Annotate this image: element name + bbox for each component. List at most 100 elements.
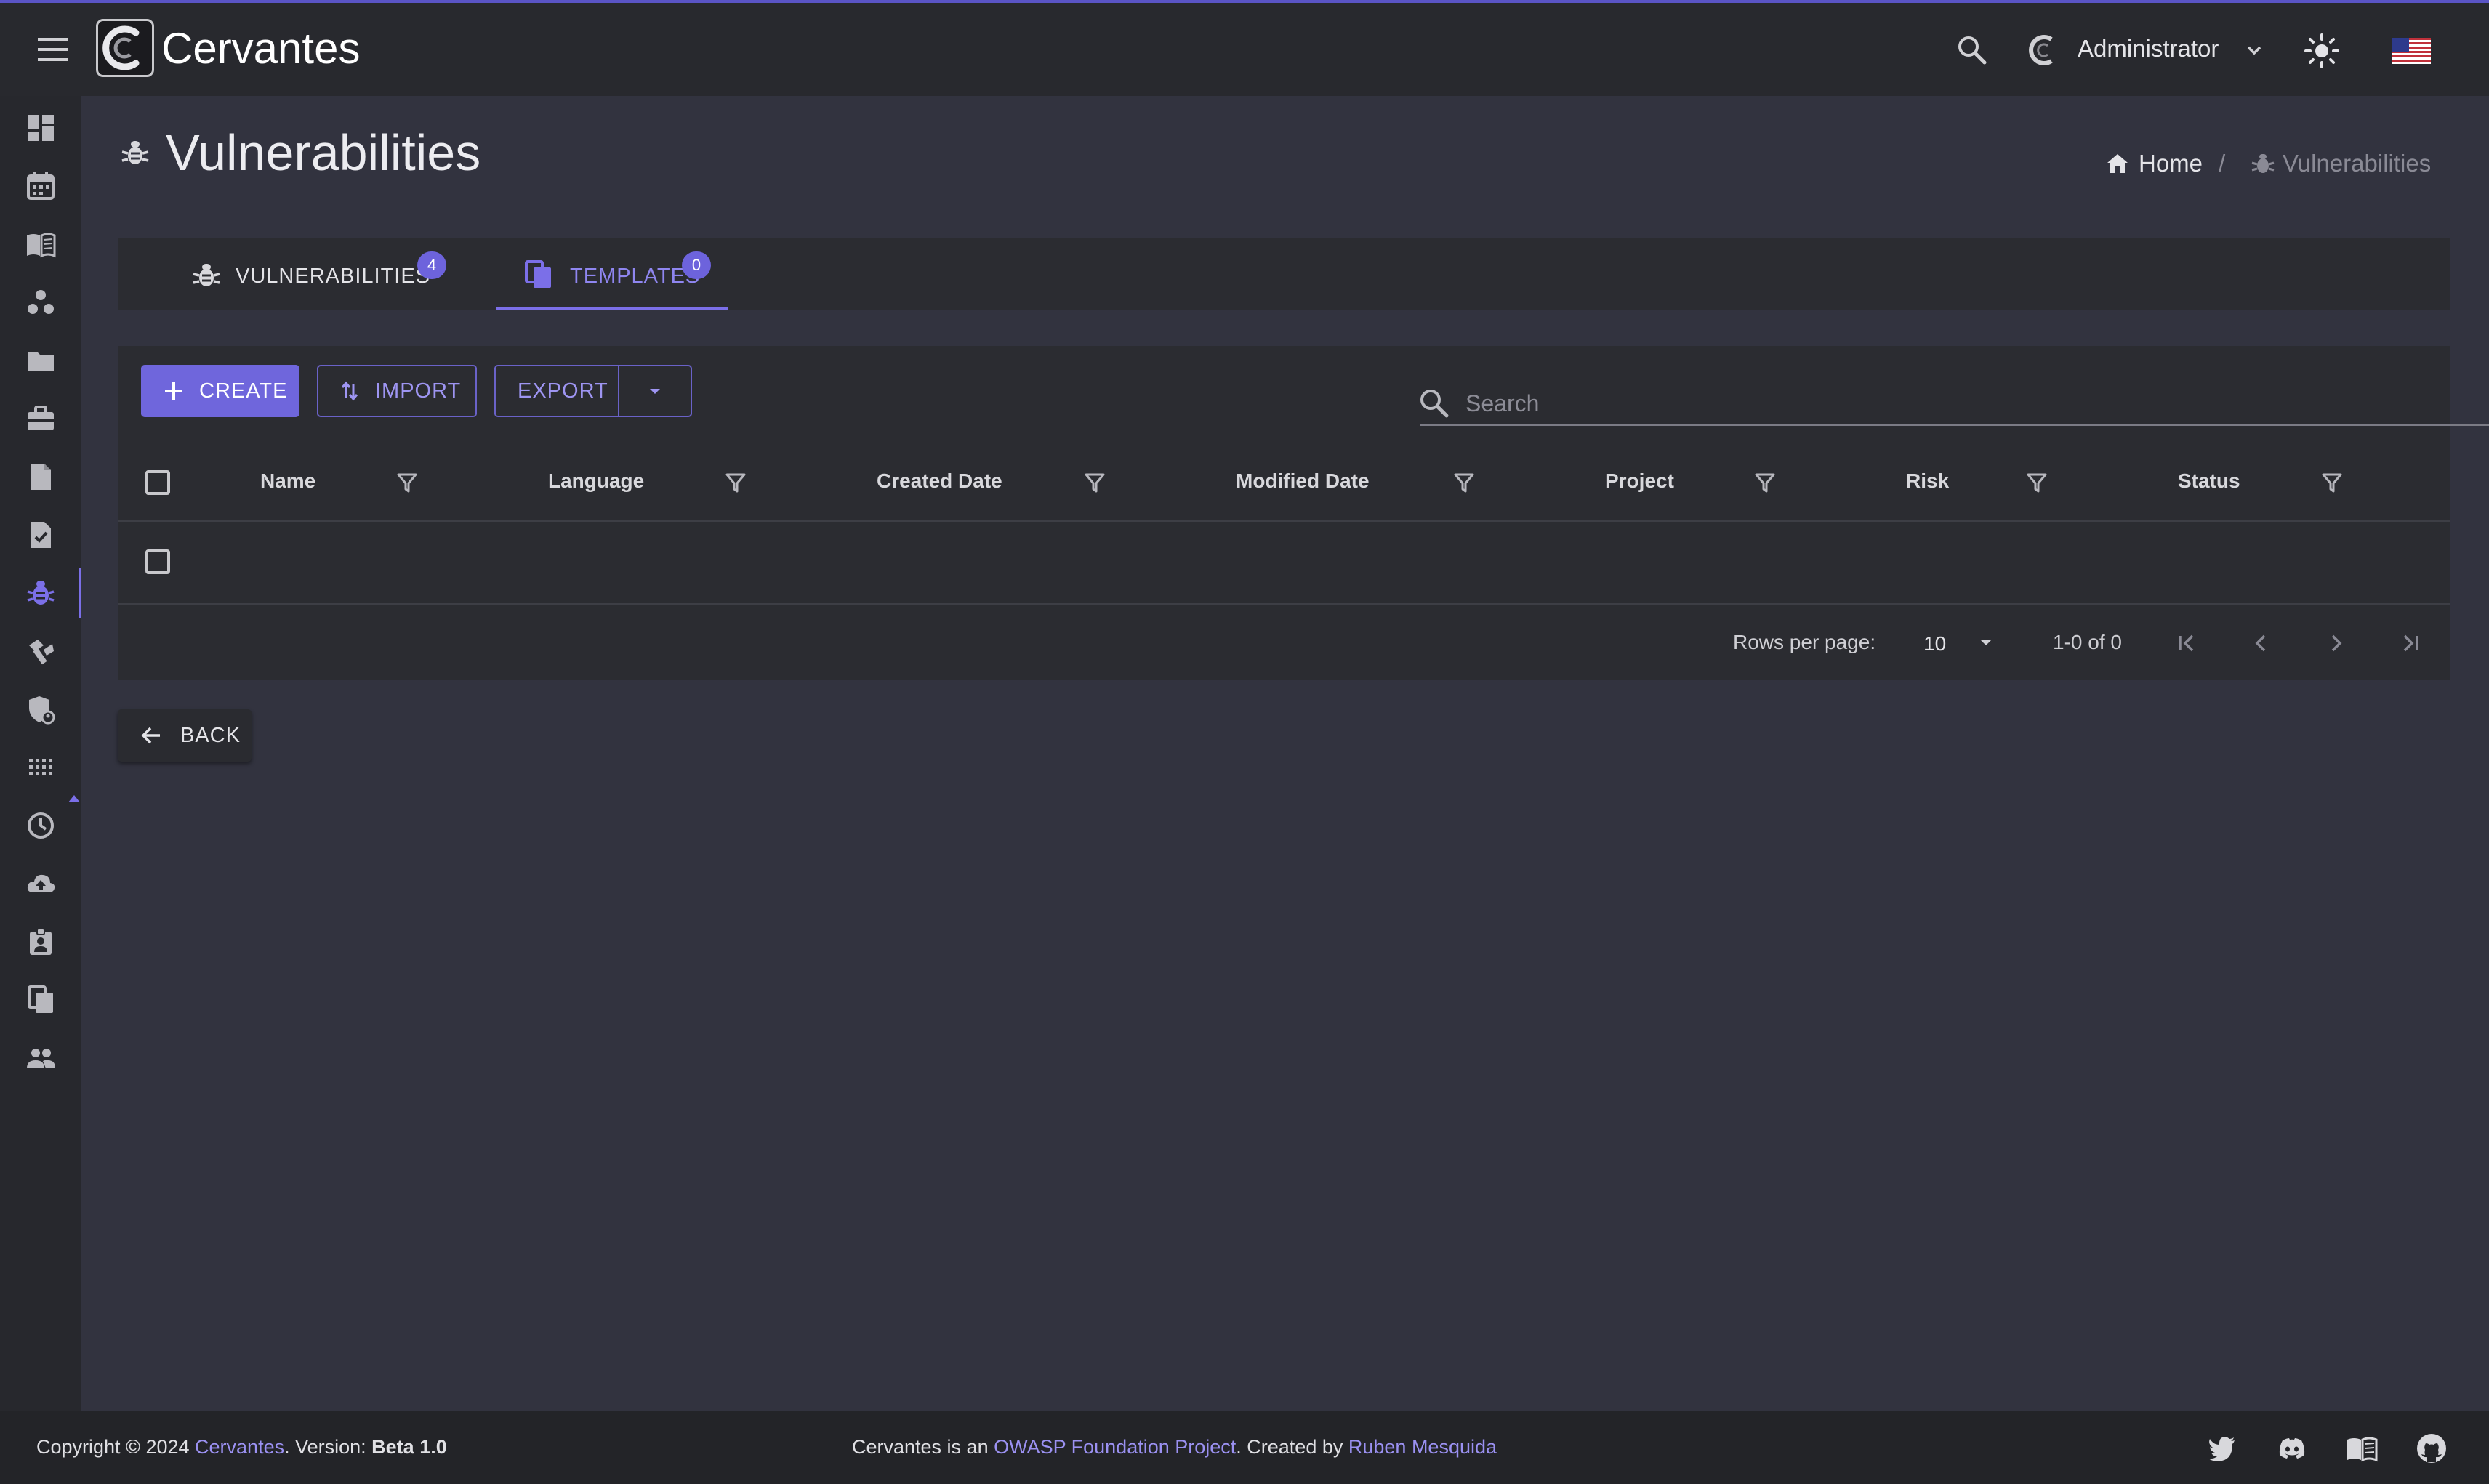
badge-icon[interactable] xyxy=(0,913,81,971)
table-header: Name Language Created Date Modified Date… xyxy=(118,445,2450,522)
clients-icon[interactable] xyxy=(0,273,81,331)
breadcrumb-home[interactable]: Home xyxy=(2139,150,2203,177)
copyright-text: Copyright © 2024 xyxy=(36,1436,190,1458)
owasp-prefix: Cervantes is an xyxy=(852,1436,989,1458)
column-header-risk[interactable]: Risk xyxy=(1906,469,1949,493)
twitter-icon[interactable] xyxy=(2205,1432,2239,1465)
cervantes-link[interactable]: Cervantes xyxy=(195,1436,284,1458)
arrow-left-icon xyxy=(141,727,160,744)
create-button[interactable]: CREATE xyxy=(141,365,299,417)
rows-per-page-label: Rows per page: xyxy=(1733,631,1876,653)
created-by-text: . Created by xyxy=(1236,1436,1343,1458)
dashboard-icon[interactable] xyxy=(0,99,81,157)
bug-icon xyxy=(190,259,222,291)
book-icon[interactable] xyxy=(2345,1432,2379,1465)
breadcrumb-current: Vulnerabilities xyxy=(2283,150,2432,177)
clock-icon[interactable] xyxy=(0,797,81,855)
apps-icon[interactable] xyxy=(0,738,81,797)
back-button-label: BACK xyxy=(180,723,241,747)
checklist-icon[interactable] xyxy=(0,506,81,564)
bug-icon xyxy=(121,137,150,169)
column-header-created-date[interactable]: Created Date xyxy=(877,469,1002,493)
next-page-icon[interactable] xyxy=(2317,625,2354,661)
github-icon[interactable] xyxy=(2415,1432,2448,1465)
import-button[interactable]: IMPORT xyxy=(317,365,477,417)
column-header-modified-date[interactable]: Modified Date xyxy=(1236,469,1370,493)
row-checkbox[interactable] xyxy=(145,549,170,574)
tab-vulnerabilities-label: VULNERABILITIES xyxy=(236,265,431,288)
filter-icon[interactable] xyxy=(1753,471,1777,494)
previous-page-icon[interactable] xyxy=(2243,625,2280,661)
search-icon[interactable] xyxy=(1955,33,1989,67)
column-header-language[interactable]: Language xyxy=(548,469,644,493)
export-menu-button[interactable] xyxy=(619,365,692,417)
calendar-icon[interactable] xyxy=(0,157,81,215)
cervantes-logo-icon[interactable] xyxy=(96,19,154,77)
rows-per-page-select[interactable]: 10 xyxy=(1923,632,1946,656)
user-menu-label[interactable]: Administrator xyxy=(2078,35,2219,62)
page-title: Vulnerabilities xyxy=(166,124,481,181)
version-label: . Version: xyxy=(284,1436,366,1458)
first-page-icon[interactable] xyxy=(2169,625,2205,661)
theme-toggle-icon[interactable] xyxy=(2301,31,2342,71)
templates-table-card: CREATE IMPORT EXPORT Name Language Creat… xyxy=(118,346,2489,680)
footer: Copyright © 2024 Cervantes. Version: Bet… xyxy=(0,1411,2489,1484)
us-flag-icon[interactable] xyxy=(2392,38,2431,64)
column-header-status[interactable]: Status xyxy=(2178,469,2240,493)
export-button-label: EXPORT xyxy=(518,379,608,403)
column-header-name[interactable]: Name xyxy=(260,469,315,493)
chevron-down-icon[interactable] xyxy=(2243,39,2265,61)
copy-icon xyxy=(523,259,555,291)
pagination-range: 1-0 of 0 xyxy=(2053,631,2122,653)
back-button[interactable]: BACK xyxy=(118,709,252,762)
swap-vertical-icon xyxy=(341,381,358,401)
filter-icon[interactable] xyxy=(2025,471,2048,494)
tab-vulnerabilities[interactable]: VULNERABILITIES 4 xyxy=(118,238,496,310)
side-navigation xyxy=(0,96,81,1411)
filter-icon[interactable] xyxy=(1083,471,1106,494)
tab-templates[interactable]: TEMPLATES 0 xyxy=(496,238,728,310)
tab-vulnerabilities-badge: 4 xyxy=(417,251,446,279)
footer-attribution: Cervantes is an OWASP Foundation Project… xyxy=(852,1436,1497,1459)
tools-icon[interactable] xyxy=(0,622,81,680)
search-underline xyxy=(1420,424,2489,426)
import-button-label: IMPORT xyxy=(375,379,462,403)
table-row xyxy=(118,522,2450,605)
author-link[interactable]: Ruben Mesquida xyxy=(1348,1436,1497,1458)
breadcrumb-separator: / xyxy=(2219,150,2226,177)
user-avatar-icon[interactable] xyxy=(2025,32,2062,68)
last-page-icon[interactable] xyxy=(2392,625,2428,661)
users-icon[interactable] xyxy=(0,1029,81,1087)
owasp-link[interactable]: OWASP Foundation Project xyxy=(994,1436,1236,1458)
discord-icon[interactable] xyxy=(2275,1432,2309,1465)
plus-icon xyxy=(165,382,182,400)
app-name[interactable]: Cervantes xyxy=(161,23,360,73)
tab-templates-badge: 0 xyxy=(682,251,711,279)
search-icon xyxy=(1418,387,1451,420)
export-button[interactable]: EXPORT xyxy=(494,365,619,417)
folder-icon[interactable] xyxy=(0,331,81,390)
document-icon[interactable] xyxy=(0,448,81,506)
search-input[interactable] xyxy=(1464,382,2489,424)
briefcase-icon[interactable] xyxy=(0,390,81,448)
filter-icon[interactable] xyxy=(724,471,747,494)
bug-icon xyxy=(2251,151,2275,176)
caret-down-icon[interactable] xyxy=(1973,629,1999,656)
pagination: Rows per page: 10 1-0 of 0 xyxy=(118,605,2450,680)
home-icon[interactable] xyxy=(2105,151,2130,176)
bug-icon[interactable] xyxy=(0,564,81,622)
cloud-upload-icon[interactable] xyxy=(0,855,81,913)
menu-icon[interactable] xyxy=(35,33,71,65)
book-icon[interactable] xyxy=(0,215,81,273)
caret-down-icon xyxy=(650,389,660,394)
copy-icon[interactable] xyxy=(0,971,81,1029)
column-header-project[interactable]: Project xyxy=(1605,469,1674,493)
version-value: Beta 1.0 xyxy=(371,1436,447,1458)
footer-copyright: Copyright © 2024 Cervantes. Version: Bet… xyxy=(36,1436,447,1459)
filter-icon[interactable] xyxy=(2320,471,2344,494)
shield-icon[interactable] xyxy=(0,680,81,738)
filter-icon[interactable] xyxy=(1452,471,1476,494)
create-button-label: CREATE xyxy=(199,379,288,403)
select-all-checkbox[interactable] xyxy=(145,470,170,495)
filter-icon[interactable] xyxy=(395,471,419,494)
